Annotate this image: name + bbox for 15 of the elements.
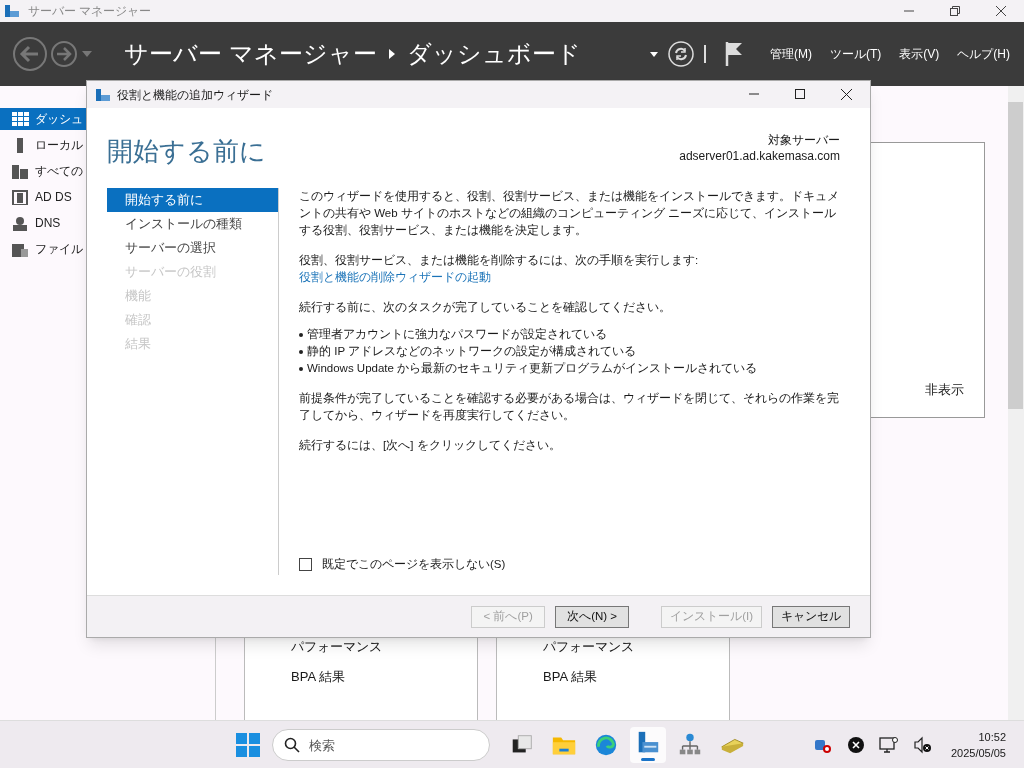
window-title: サーバー マネージャー — [28, 3, 152, 20]
body-text: 役割、役割サービス、または機能を削除するには、次の手順を実行します: — [299, 253, 700, 268]
page-heading: 開始する前に — [107, 135, 266, 168]
body-text: 続行する前に、次のタスクが完了していることを確認してください。 — [299, 300, 672, 315]
clock-time: 10:52 — [978, 729, 1006, 745]
target-server-name: adserver01.ad.kakemasa.com — [679, 148, 840, 164]
list-item: Windows Update から最新のセキュリティ更新プログラムがインストールされている — [307, 361, 758, 376]
body-text: 続行するには、[次へ] をクリックしてください。 — [299, 438, 562, 453]
body-text: 前提条件が完了していることを確認する必要がある場合は、ウィザードを閉じて、それらの作業を完了してから、ウィザードを再度実行してください。 — [299, 391, 840, 423]
target-server-label: 対象サーバー — [768, 132, 840, 148]
clock-date: 2025/05/05 — [950, 745, 1006, 761]
list-item: 管理者アカウントに強力なパスワードが設定されている — [307, 327, 607, 343]
dialog-title: 役割と機能の追加ウィザード — [117, 86, 273, 104]
body-text: このウィザードを使用すると、役割、役割サービス、または機能をインストールできます。ドキュメントの共有や Web サイトのホストなどの組織のコンピューティング ニーズに応じて、インストールする役割、役割サービス、または機能を決定します。 — [299, 189, 840, 238]
list-item: 静的 IP アドレスなどのネットワークの設定が構成されている — [307, 344, 637, 360]
